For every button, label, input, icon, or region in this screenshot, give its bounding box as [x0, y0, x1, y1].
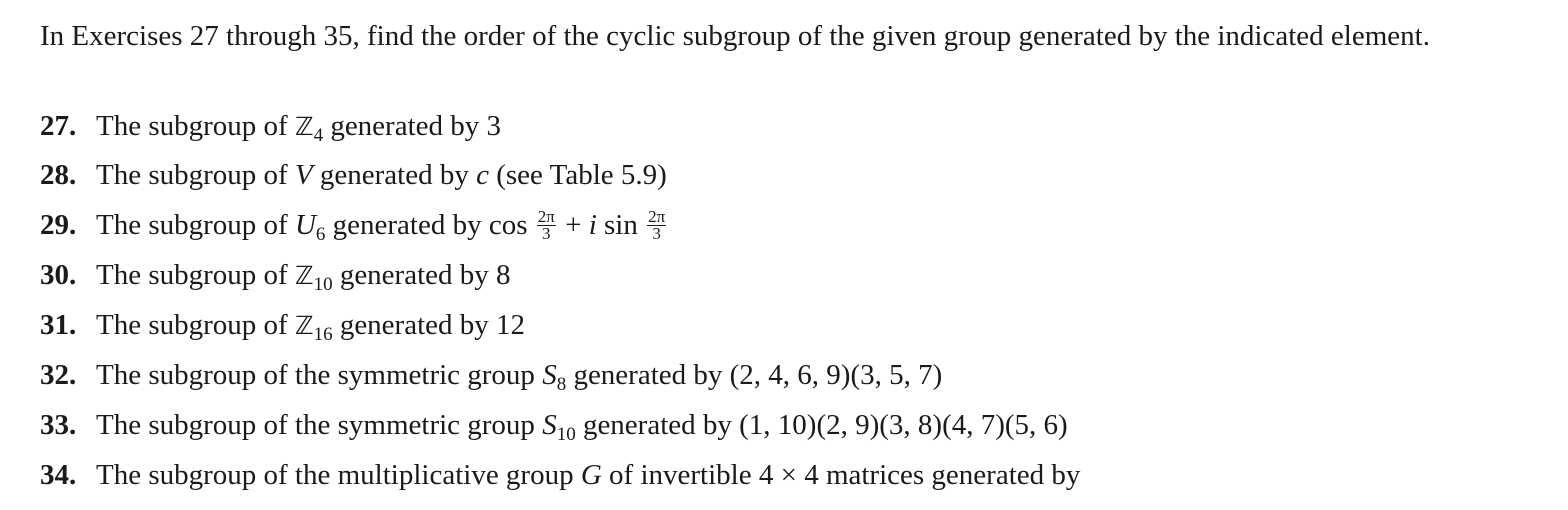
- exercise-text: The subgroup of: [96, 209, 295, 241]
- group-subscript: 10: [313, 274, 333, 295]
- exercise-text: of invertible 4 × 4 matrices generated b…: [601, 459, 1081, 491]
- exercise-text: generated by (2, 4, 6, 9)(3, 5, 7): [566, 359, 943, 391]
- textbook-page: In Exercises 27 through 35, find the ord…: [0, 0, 1568, 510]
- exercise-text: generated by 12: [332, 309, 526, 341]
- group-symbol: ℤ: [294, 311, 314, 340]
- exercise-number: 32.: [40, 359, 77, 391]
- exercise-30: 30. The subgroup of ℤ10 generated by 8: [40, 257, 511, 294]
- exercise-text: generated by 3: [323, 110, 502, 142]
- exercise-text: The subgroup of the symmetric group: [96, 409, 543, 441]
- exercise-instructions: In Exercises 27 through 35, find the ord…: [40, 20, 1430, 52]
- exercise-31: 31. The subgroup of ℤ16 generated by 12: [40, 307, 525, 344]
- fraction: 2π 3: [536, 208, 556, 243]
- exercise-number: 34.: [40, 459, 77, 491]
- exercise-text: generated by (1, 10)(2, 9)(3, 8)(4, 7)(5…: [575, 409, 1068, 441]
- exercise-33: 33. The subgroup of the symmetric group S…: [40, 407, 1068, 445]
- group-symbol: ℤ: [294, 261, 314, 290]
- exercise-number: 27.: [40, 110, 77, 142]
- exercise-text: generated by 8: [332, 259, 511, 291]
- group-subscript: 6: [315, 224, 326, 245]
- exercise-27: 27. The subgroup of ℤ4 generated by 3: [40, 108, 501, 145]
- exercise-number: 28.: [40, 159, 77, 191]
- exercise-text: generated by: [312, 159, 477, 191]
- group-symbol: U: [294, 209, 316, 241]
- fraction: 2π 3: [647, 208, 667, 243]
- exercise-text: The subgroup of: [96, 309, 295, 341]
- plus-sign: +: [557, 209, 589, 241]
- exercise-28: 28. The subgroup of V generated by c (see…: [40, 157, 667, 193]
- group-symbol: ℤ: [294, 112, 314, 141]
- imaginary-unit: i: [588, 209, 597, 241]
- fraction-denominator: 3: [652, 223, 661, 243]
- exercise-32: 32. The subgroup of the symmetric group S…: [40, 357, 943, 395]
- sin-text: sin: [596, 209, 646, 241]
- exercise-text: generated by cos: [325, 209, 535, 241]
- group-symbol: S: [542, 359, 557, 391]
- exercise-text: The subgroup of: [96, 110, 295, 142]
- exercise-29: 29. The subgroup of U6 generated by cos 2…: [40, 207, 668, 244]
- exercise-text: The subgroup of the symmetric group: [96, 359, 543, 391]
- generator-symbol: c: [476, 159, 489, 191]
- fraction-denominator: 3: [542, 223, 551, 243]
- exercise-number: 31.: [40, 309, 77, 341]
- exercise-number: 33.: [40, 409, 77, 441]
- exercise-text: The subgroup of the multiplicative group: [96, 459, 581, 491]
- group-symbol: V: [294, 159, 313, 191]
- exercise-34: 34. The subgroup of the multiplicative gr…: [40, 457, 1080, 493]
- group-symbol: G: [580, 459, 602, 491]
- group-subscript: 4: [313, 125, 324, 146]
- group-subscript: 10: [556, 424, 576, 445]
- group-subscript: 8: [556, 374, 567, 395]
- group-symbol: S: [542, 409, 557, 441]
- group-subscript: 16: [313, 324, 333, 345]
- exercise-text: (see Table 5.9): [488, 159, 667, 191]
- exercise-number: 30.: [40, 259, 77, 291]
- exercise-text: The subgroup of: [96, 259, 295, 291]
- exercise-number: 29.: [40, 209, 77, 241]
- exercise-text: The subgroup of: [96, 159, 295, 191]
